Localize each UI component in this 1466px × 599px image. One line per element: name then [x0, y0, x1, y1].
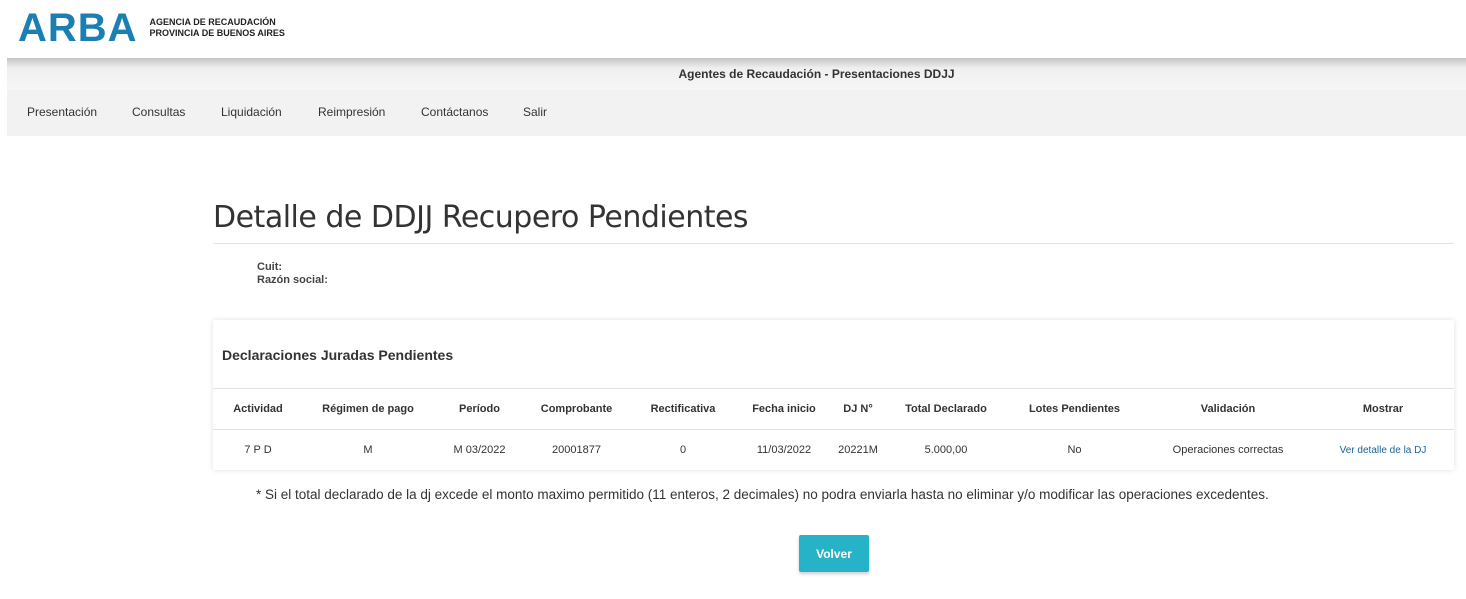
logo-text: AGENCIA DE RECAUDACIÓN PROVINCIA DE BUEN… [150, 17, 285, 39]
nav-salir[interactable]: Salir [523, 105, 547, 119]
col-header-regimen: Régimen de pago [303, 389, 433, 430]
limit-note: * Si el total declarado de la dj excede … [256, 487, 1269, 502]
card-title: Declaraciones Juradas Pendientes [222, 347, 454, 363]
logo-line-2: PROVINCIA DE BUENOS AIRES [149, 28, 285, 38]
nav-consultas[interactable]: Consultas [132, 105, 185, 119]
col-header-dj-numero: DJ N° [829, 389, 887, 430]
volver-button[interactable]: Volver [799, 535, 869, 572]
cell-comprobante: 20001877 [552, 444, 601, 456]
cell-fecha-inicio: 11/03/2022 [756, 444, 812, 456]
nav-reimpresion[interactable]: Reimpresión [318, 105, 385, 119]
col-header-mostrar: Mostrar [1312, 389, 1454, 430]
razon-social-label: Razón social: [257, 274, 328, 286]
cell-rectificativa: 0 [679, 444, 687, 456]
logo-line-1: AGENCIA DE RECAUDACIÓN [149, 17, 276, 27]
col-header-lotes-pendientes: Lotes Pendientes [1005, 389, 1144, 430]
cell-validacion: Operaciones correctas [1172, 444, 1284, 456]
title-bar: Agentes de Recaudación - Presentaciones … [7, 58, 1466, 90]
nav-contactanos[interactable]: Contáctanos [421, 105, 488, 119]
page-title: Detalle de DDJJ Recupero Pendientes [213, 200, 749, 235]
cell-periodo: M 03/2022 [453, 444, 506, 456]
title-divider [213, 243, 1454, 244]
col-header-validacion: Validación [1144, 389, 1312, 430]
taxpayer-info: Cuit: Razón social: [257, 261, 328, 287]
cell-total-declarado: 5.000,00 [924, 444, 968, 456]
pending-ddjj-card: Declaraciones Juradas Pendientes Activid… [213, 320, 1454, 470]
app-title: Agentes de Recaudación - Presentaciones … [678, 67, 955, 81]
nav-bar: Presentación Consultas Liquidación Reimp… [7, 90, 1466, 136]
col-header-rectificativa: Rectificativa [627, 389, 739, 430]
nav-liquidacion[interactable]: Liquidación [221, 105, 282, 119]
cuit-label: Cuit: [257, 261, 283, 273]
col-header-periodo: Período [433, 389, 526, 430]
col-header-fecha-inicio: Fecha inicio [739, 389, 829, 430]
cell-lotes-pendientes: No [1067, 444, 1082, 456]
ver-detalle-link[interactable]: Ver detalle de la DJ [1312, 430, 1454, 471]
arba-logo[interactable]: ARBA AGENCIA DE RECAUDACIÓN PROVINCIA DE… [18, 6, 285, 50]
col-header-total-declarado: Total Declarado [887, 389, 1005, 430]
nav-presentacion[interactable]: Presentación [27, 105, 97, 119]
table-row: 7 P D M M 03/2022 20001877 0 11/03/2022 … [213, 430, 1454, 471]
pending-ddjj-table: Actividad Régimen de pago Período Compro… [213, 389, 1454, 470]
cell-dj-numero: 20221M [838, 444, 878, 456]
col-header-actividad: Actividad [213, 389, 303, 430]
logo-mark: ARBA [18, 6, 138, 50]
cell-regimen: M [363, 444, 373, 456]
cell-actividad: 7 P D [244, 444, 272, 456]
col-header-comprobante: Comprobante [526, 389, 627, 430]
table-header-row: Actividad Régimen de pago Período Compro… [213, 389, 1454, 430]
